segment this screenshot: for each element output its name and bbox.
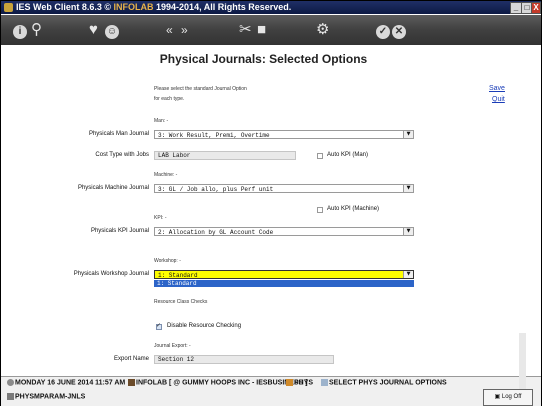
status-scrollbar[interactable]: [519, 333, 526, 389]
workshop-dropdown-option[interactable]: 1: Standard: [154, 280, 414, 287]
kpi-journal-select[interactable]: 2: Allocation by GL Account Code ▼: [154, 227, 414, 236]
workshop-section-heading: Workshop: -: [154, 258, 181, 264]
status-company[interactable]: INFOLAB [ @ GUMMY HOOPS INC - IESBUSINES…: [128, 379, 308, 386]
fast-forward-icon[interactable]: »: [181, 20, 188, 40]
program-icon: [7, 393, 14, 400]
rewind-icon[interactable]: «: [166, 20, 173, 40]
module-icon: [286, 379, 293, 386]
auto-kpi-machine-checkbox[interactable]: [317, 207, 323, 213]
status-date: MONDAY 16 JUNE 2014 11:57 AM: [7, 379, 125, 386]
man-journal-select[interactable]: 3: Work Result, Premi, Overtime ▼: [154, 130, 414, 139]
lock-icon: ▣: [494, 394, 501, 400]
smiley-icon[interactable]: ☺: [105, 20, 119, 40]
chevron-down-icon: ▼: [403, 271, 413, 278]
settings-icon[interactable]: ⚙: [316, 20, 329, 40]
search-icon[interactable]: ⚲: [31, 20, 42, 40]
app-window: IES Web Client 8.6.3 © INFOLAB 1994-2014…: [0, 0, 542, 406]
journal-export-heading: Journal Export: -: [154, 343, 191, 349]
chevron-down-icon: ▼: [403, 228, 413, 235]
close-button[interactable]: X: [531, 2, 541, 14]
log-off-button[interactable]: ▣ Log Off: [483, 389, 533, 406]
cost-type-label: Cost Type with Jobs: [95, 152, 149, 158]
auto-kpi-man-label: Auto KPI (Man): [327, 152, 369, 158]
status-screen[interactable]: SELECT PHYS JOURNAL OPTIONS: [321, 379, 447, 386]
man-journal-label: Physicals Man Journal: [88, 131, 149, 137]
disable-resource-label: Disable Resource Checking: [167, 323, 242, 329]
export-name-label: Export Name: [113, 356, 149, 362]
chevron-down-icon: ▼: [403, 185, 413, 192]
title-bar: IES Web Client 8.6.3 © INFOLAB 1994-2014…: [1, 1, 541, 14]
app-icon: [4, 3, 13, 12]
window-title: IES Web Client 8.6.3 © INFOLAB 1994-2014…: [16, 2, 292, 12]
status-bar: MONDAY 16 JUNE 2014 11:57 AM INFOLAB [ @…: [1, 376, 541, 406]
user-icon: [128, 379, 135, 386]
auto-kpi-man-checkbox[interactable]: [317, 153, 323, 159]
cost-type-field[interactable]: LAB Labor: [154, 151, 296, 160]
disable-resource-checkbox[interactable]: [156, 322, 162, 330]
man-section-heading: Man: -: [154, 118, 169, 124]
clock-icon: [7, 379, 14, 386]
export-name-field[interactable]: Section 12: [154, 355, 334, 364]
cancel-icon[interactable]: ✕: [392, 20, 406, 40]
heart-icon[interactable]: ♥: [89, 20, 98, 40]
save-link[interactable]: Save: [489, 85, 505, 92]
check-icon[interactable]: ✓: [376, 20, 390, 40]
main-content: Physical Journals: Selected Options Plea…: [1, 45, 541, 376]
toolbar: i ⚲ ♥ ☺ « » ✂ ■ ⚙ ✓ ✕: [1, 15, 541, 45]
kpi-section-heading: KPI: -: [154, 215, 167, 221]
machine-section-heading: Machine: -: [154, 172, 178, 178]
auto-kpi-machine-label: Auto KPI (Machine): [327, 206, 380, 212]
workshop-journal-label: Physicals Workshop Journal: [73, 271, 149, 277]
page-title: Physical Journals: Selected Options: [159, 52, 368, 66]
tools-icon[interactable]: ✂: [239, 20, 252, 40]
screen-icon: [321, 379, 328, 386]
instruction-text: Please select the standard Journal Optio…: [154, 86, 247, 92]
chevron-down-icon: ▼: [403, 131, 413, 138]
status-module[interactable]: PHYS: [286, 379, 313, 386]
kpi-journal-label: Physicals KPI Journal: [90, 228, 149, 234]
machine-journal-label: Physicals Machine Journal: [77, 185, 149, 191]
quit-link[interactable]: Quit: [492, 96, 505, 103]
machine-journal-select[interactable]: 3: GL / Job allo, plus Perf unit ▼: [154, 184, 414, 193]
workshop-journal-select[interactable]: 1: Standard ▼: [154, 270, 414, 279]
resource-section-heading: Resource Class Checks: [154, 299, 208, 305]
instruction-text-2: for each type.: [154, 96, 185, 102]
info-icon[interactable]: i: [13, 20, 27, 40]
status-program: PHYSMPARAM-JNLS: [7, 393, 85, 400]
stop-icon[interactable]: ■: [257, 20, 266, 40]
